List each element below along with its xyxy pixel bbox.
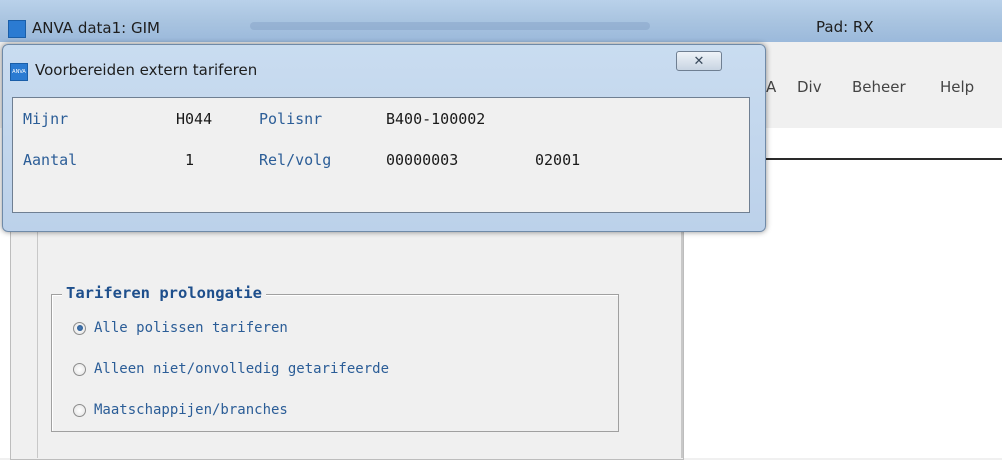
dialog-title: Voorbereiden extern tariferen — [35, 61, 258, 79]
mijnr-label: Mijnr — [23, 110, 69, 128]
aantal-value: 1 — [185, 151, 195, 169]
title-bar-blur — [250, 22, 650, 30]
menu-item-a[interactable]: A — [766, 78, 776, 96]
polisnr-label: Polisnr — [259, 110, 323, 128]
aantal-label: Aantal — [23, 151, 78, 169]
relvolg-extra-value: 02001 — [535, 151, 581, 169]
radio-alleen-niet-onvolledig[interactable]: Alleen niet/onvolledig getarifeerde — [73, 359, 389, 379]
close-button[interactable]: ✕ — [676, 51, 722, 71]
app-icon — [8, 20, 26, 38]
close-icon: ✕ — [693, 53, 705, 69]
radio-button[interactable] — [73, 362, 86, 376]
radio-alle-polissen[interactable]: Alle polissen tariferen — [73, 318, 288, 338]
radio-label: Alle polissen tariferen — [94, 320, 288, 336]
mijnr-value: H044 — [176, 110, 213, 128]
anva-icon: ANVA — [10, 63, 28, 81]
polisnr-value: B400-100002 — [386, 110, 486, 128]
menu-item-beheer[interactable]: Beheer — [852, 78, 906, 96]
relvolg-value: 00000003 — [386, 151, 459, 169]
radio-label: Maatschappijen/branches — [94, 402, 288, 418]
radio-maatschappijen-branches[interactable]: Maatschappijen/branches — [73, 400, 288, 420]
main-window-title: ANVA data1: GIM — [32, 19, 160, 37]
radio-label: Alleen niet/onvolledig getarifeerde — [94, 361, 390, 377]
radio-button-checked[interactable] — [73, 321, 86, 335]
relvolg-label: Rel/volg — [259, 151, 332, 169]
menu-item-div[interactable]: Div — [797, 78, 822, 96]
radio-button[interactable] — [73, 403, 86, 417]
dialog-client-area — [12, 97, 750, 213]
prolongatie-group-title: Tariferen prolongatie — [62, 284, 266, 302]
menu-item-help[interactable]: Help — [940, 78, 974, 96]
pad-label: Pad: RX — [816, 18, 874, 36]
